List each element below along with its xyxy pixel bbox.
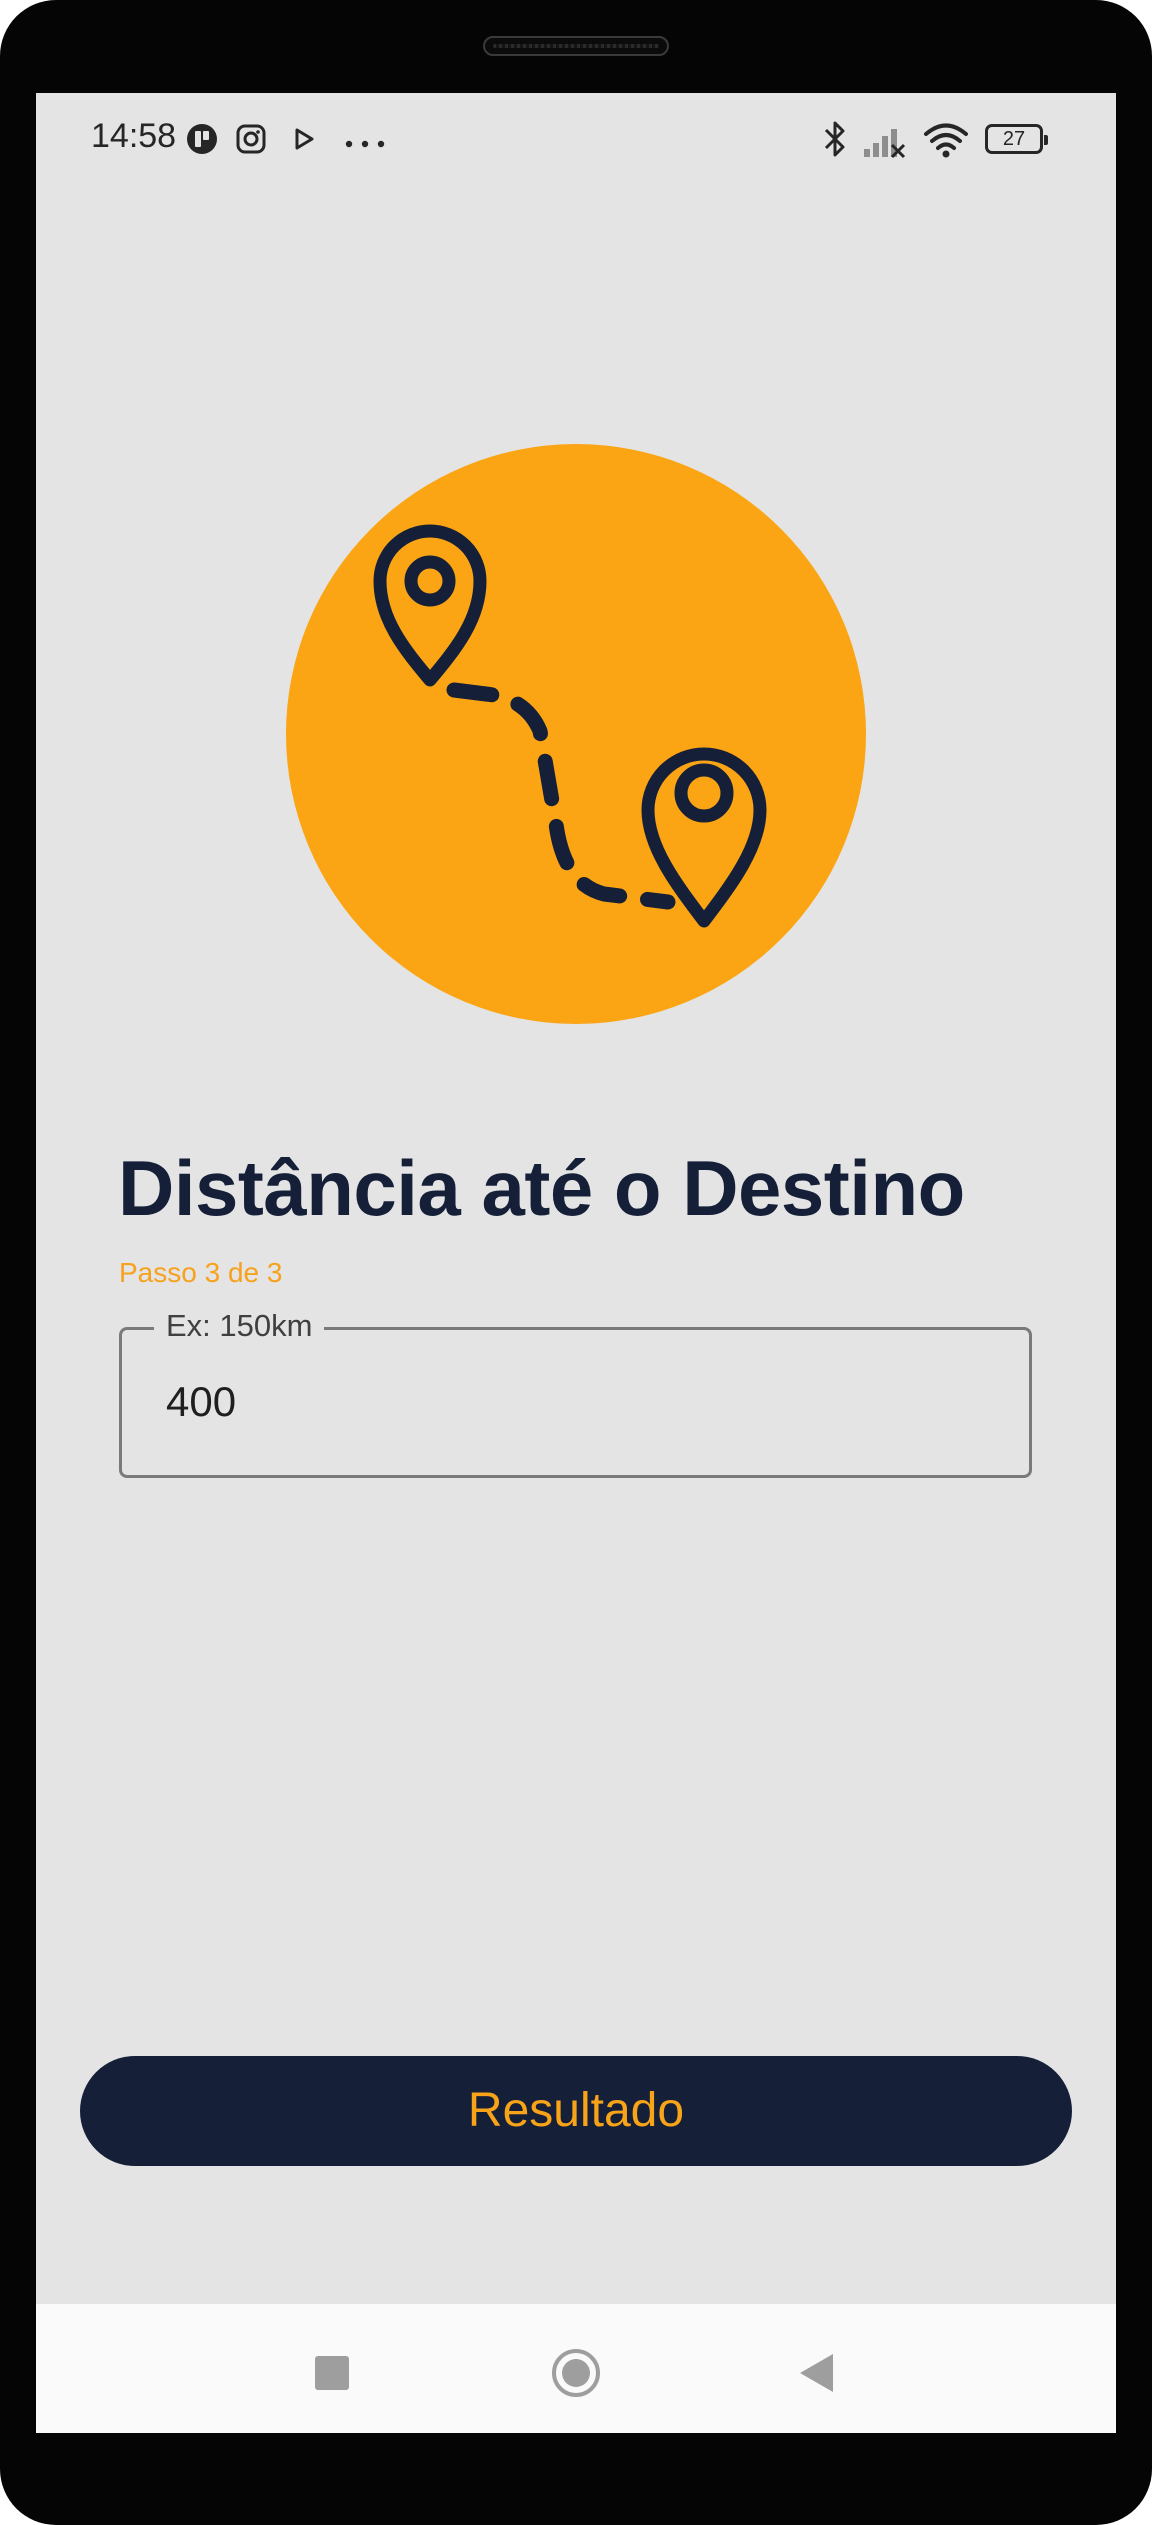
phone-frame: 14:58 27 Distância até o Destino Passo 3… [0,0,1152,2525]
app-notification-icon [185,122,219,161]
status-clock: 14:58 [91,117,177,155]
distance-field[interactable]: Ex: 150km 400 [119,1308,1032,1478]
more-notifications-icon [345,135,385,153]
result-button[interactable]: Resultado [80,2056,1072,2166]
earpiece-speaker [483,36,669,56]
instagram-icon [235,123,267,160]
step-indicator: Passo 3 de 3 [119,1257,283,1288]
status-bar: 14:58 27 [36,93,1116,193]
page-title: Distância até o Destino [118,1144,965,1232]
back-icon[interactable] [800,2354,833,2392]
app-screen: 14:58 27 Distância até o Destino Passo 3… [36,93,1116,2433]
play-store-icon [291,126,317,157]
battery-indicator: 27 [985,124,1048,154]
distance-field-label: Ex: 150km [154,1308,325,1344]
recents-icon[interactable] [315,2356,349,2390]
distance-input[interactable]: 400 [166,1378,236,1426]
wifi-icon [923,121,969,164]
home-icon[interactable] [552,2349,600,2397]
signal-icon [862,123,906,164]
bluetooth-icon [822,119,848,164]
hero-illustration [286,444,866,1024]
system-nav-bar [36,2304,1116,2433]
route-map-pin-icon [373,524,767,928]
